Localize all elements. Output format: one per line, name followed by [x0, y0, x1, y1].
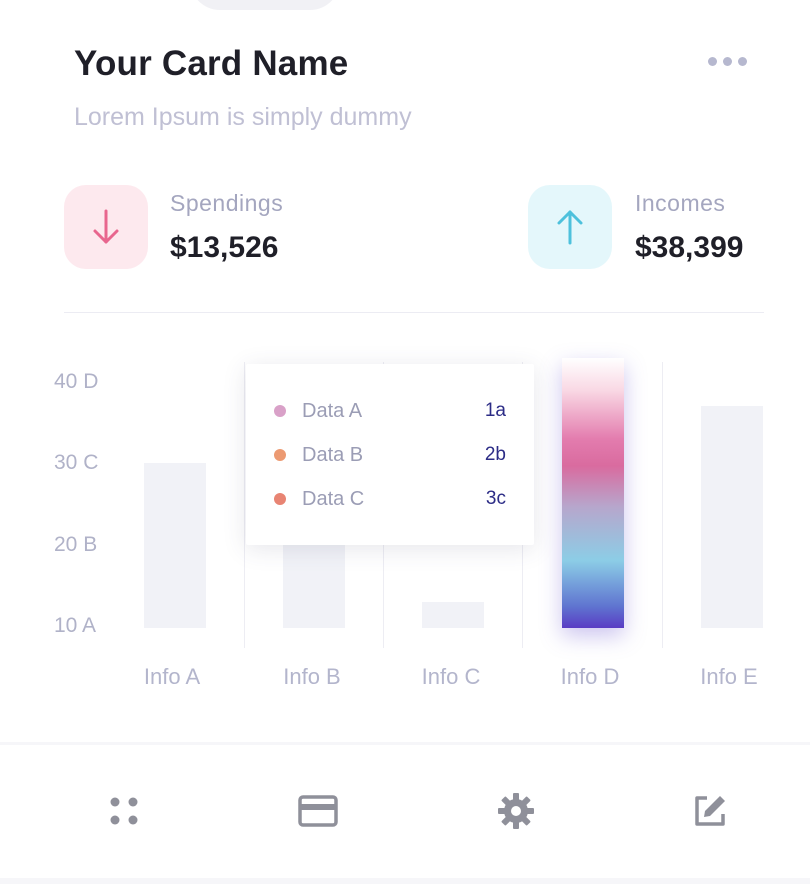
tooltip-row: Data A 1a [274, 399, 506, 423]
card-subtitle: Lorem Ipsum is simply dummy [74, 103, 412, 131]
legend-dot [274, 493, 286, 505]
settings-icon[interactable] [484, 779, 548, 843]
chart-bar[interactable] [144, 463, 206, 628]
chart-tooltip: Data A 1a Data B 2b Data C 3c [246, 364, 534, 545]
chart-bar[interactable] [283, 544, 345, 628]
spendings-icon-tile [64, 185, 148, 269]
card-title: Your Card Name [74, 44, 349, 83]
tooltip-row: Data C 3c [274, 487, 506, 511]
x-tick-label: Info D [560, 664, 620, 689]
x-tick-label: Info B [283, 664, 341, 689]
tooltip-series-name: Data B [302, 443, 364, 466]
arrow-down-icon [93, 209, 119, 244]
card-icon[interactable] [286, 779, 350, 843]
divider [64, 312, 764, 313]
chart-bar[interactable] [701, 406, 763, 628]
y-tick-label: 10 A [54, 614, 97, 637]
grid-line [244, 362, 245, 648]
grid-icon[interactable] [92, 779, 156, 843]
incomes-icon-tile [528, 185, 612, 269]
tooltip-series-name: Data A [302, 399, 363, 422]
card: Your Card Name Lorem Ipsum is simply dum… [0, 0, 810, 742]
tooltip-series-value: 3c [485, 488, 506, 509]
more-horizontal-icon[interactable] [708, 52, 754, 70]
incomes-value: $38,399 [635, 231, 744, 264]
avatar [190, 0, 340, 10]
bottom-nav [0, 745, 810, 878]
chart-bar[interactable] [422, 601, 484, 628]
x-tick-label: Info A [143, 664, 201, 689]
chart-bar[interactable] [562, 357, 624, 628]
tooltip-row: Data B 2b [274, 443, 506, 467]
legend-dot [274, 449, 286, 461]
grid-line [662, 362, 663, 648]
arrow-up-icon [557, 210, 583, 245]
tooltip-series-value: 2b [484, 444, 506, 465]
legend-dot [274, 405, 286, 417]
tooltip-series-value: 1a [484, 400, 506, 421]
spendings-value: $13,526 [170, 231, 279, 264]
edit-icon[interactable] [678, 779, 742, 843]
y-tick-label: 20 B [54, 533, 98, 556]
spendings-label: Spendings [170, 190, 284, 216]
incomes-label: Incomes [635, 190, 726, 216]
x-tick-label: Info E [700, 664, 758, 689]
y-tick-label: 30 C [54, 451, 99, 474]
tooltip-series-name: Data C [302, 487, 365, 510]
y-tick-label: 40 D [54, 370, 99, 393]
x-tick-label: Info C [421, 664, 481, 689]
